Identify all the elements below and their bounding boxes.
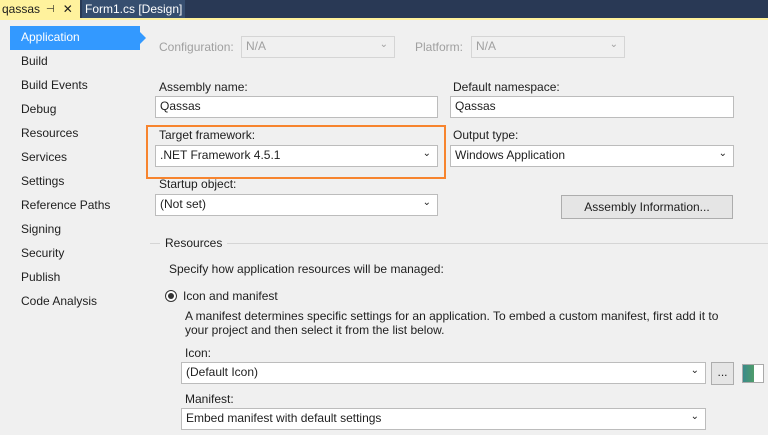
icon-and-manifest-label: Icon and manifest [183,289,278,303]
nav-build-events[interactable]: Build Events [10,74,140,98]
configuration-value: N/A [246,39,267,53]
nav-services[interactable]: Services [10,146,140,170]
tab-label: qassas [2,2,41,16]
manifest-description-2: your project and then select it from the… [185,323,445,337]
resources-description: Specify how application resources will b… [169,262,444,276]
assembly-information-button[interactable]: Assembly Information... [561,195,733,219]
chevron-down-icon: ⌄ [718,148,727,159]
startup-object-value: (Not set) [160,197,207,211]
nav-build[interactable]: Build [10,50,140,74]
target-framework-select[interactable]: .NET Framework 4.5.1 ⌄ [155,145,438,167]
chevron-down-icon: ⌄ [609,39,618,50]
nav-security[interactable]: Security [10,242,140,266]
nav-signing[interactable]: Signing [10,218,140,242]
pin-icon[interactable]: ⊣ [46,4,55,15]
icon-preview [742,364,764,383]
output-type-value: Windows Application [455,148,566,162]
icon-select[interactable]: (Default Icon) ⌄ [181,362,706,384]
target-framework-value: .NET Framework 4.5.1 [160,148,281,162]
resources-title: Resources [160,236,228,250]
chevron-down-icon: ⌄ [379,39,388,50]
icon-value: (Default Icon) [186,365,259,379]
nav-settings[interactable]: Settings [10,170,140,194]
nav-code-analysis[interactable]: Code Analysis [10,290,140,314]
manifest-select[interactable]: Embed manifest with default settings ⌄ [181,408,706,430]
platform-select[interactable]: N/A ⌄ [471,36,625,58]
tab-form1-design[interactable]: Form1.cs [Design] [82,0,186,18]
configuration-select[interactable]: N/A ⌄ [241,36,395,58]
chevron-down-icon: ⌄ [422,197,431,208]
resources-group-line [150,243,768,244]
default-namespace-input[interactable]: Qassas [450,96,734,118]
browse-icon-button[interactable]: ... [711,362,734,385]
document-tab-bar: qassas ⊣ ✕ Form1.cs [Design] [0,0,768,18]
startup-object-label: Startup object: [159,177,237,191]
nav-reference-paths[interactable]: Reference Paths [10,194,140,218]
assembly-name-input[interactable]: Qassas [155,96,438,118]
target-framework-label: Target framework: [159,128,256,142]
default-namespace-label: Default namespace: [453,80,560,94]
chevron-down-icon: ⌄ [422,148,431,159]
project-properties: Application Build Build Events Debug Res… [0,20,768,435]
nav-resources[interactable]: Resources [10,122,140,146]
chevron-down-icon: ⌄ [690,411,699,422]
manifest-value: Embed manifest with default settings [186,411,382,425]
nav-application[interactable]: Application [10,26,146,50]
manifest-label: Manifest: [185,392,234,406]
close-icon[interactable]: ✕ [63,2,73,16]
output-type-label: Output type: [453,128,519,142]
properties-nav: Application Build Build Events Debug Res… [10,26,146,314]
startup-object-select[interactable]: (Not set) ⌄ [155,194,438,216]
configuration-label: Configuration: [159,40,234,54]
nav-debug[interactable]: Debug [10,98,140,122]
platform-value: N/A [476,39,497,53]
chevron-down-icon: ⌄ [690,365,699,376]
tab-qassas[interactable]: qassas ⊣ ✕ [0,0,80,18]
output-type-select[interactable]: Windows Application ⌄ [450,145,734,167]
icon-label: Icon: [185,346,212,360]
icon-and-manifest-radio[interactable] [165,290,177,302]
platform-label: Platform: [415,40,464,54]
assembly-name-label: Assembly name: [159,80,248,94]
nav-publish[interactable]: Publish [10,266,140,290]
manifest-description-1: A manifest determines specific settings … [185,309,719,323]
